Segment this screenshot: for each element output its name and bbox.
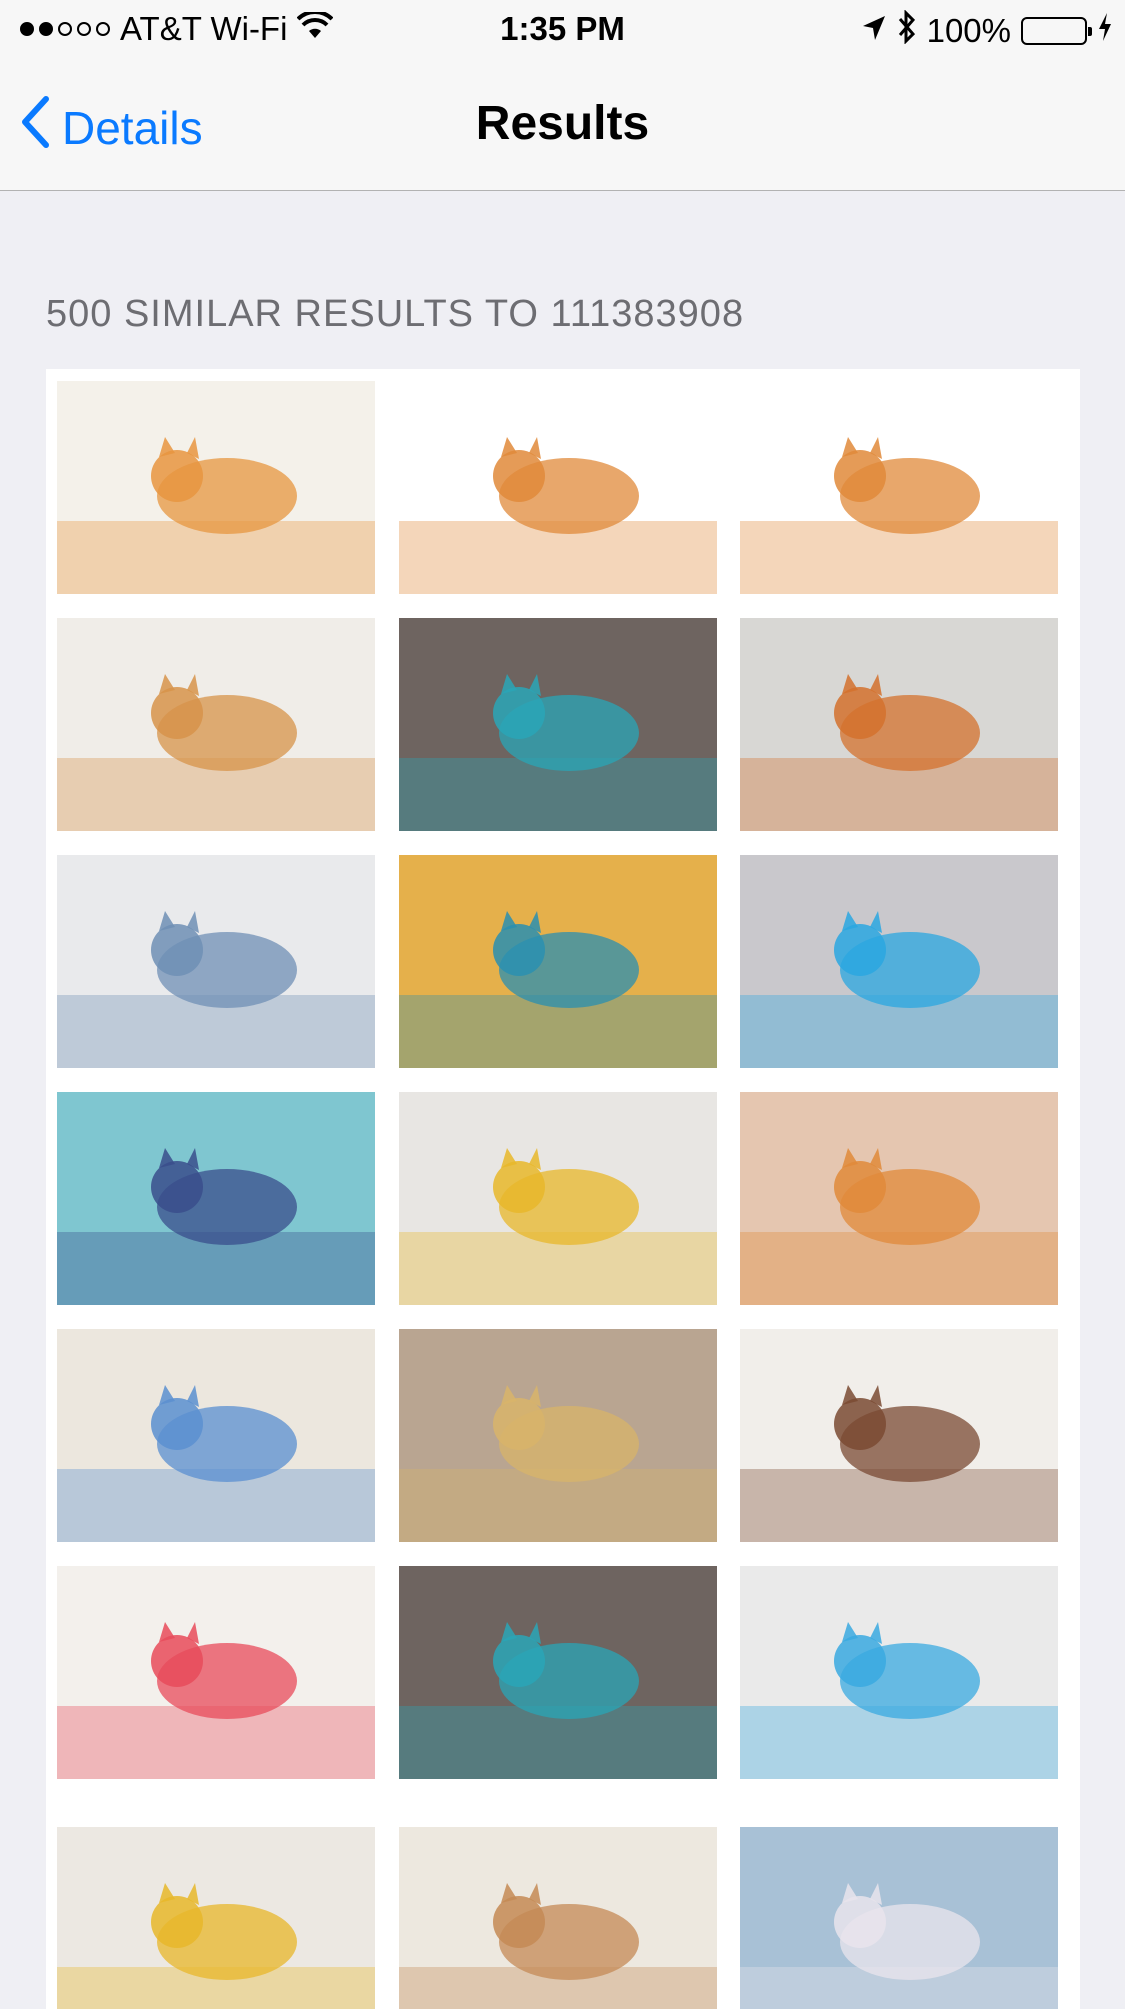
battery-percent: 100% (926, 12, 1011, 49)
result-thumbnail[interactable] (399, 1092, 717, 1305)
photo-placeholder (57, 855, 375, 1068)
navigation-bar: Details Results (0, 60, 1125, 191)
photo-placeholder (399, 855, 717, 1068)
photo-placeholder (399, 1566, 717, 1779)
photo-placeholder (399, 1827, 717, 2009)
result-thumbnail[interactable] (57, 381, 375, 594)
result-thumbnail[interactable] (57, 855, 375, 1068)
photo-placeholder (57, 1329, 375, 1542)
photo-placeholder (57, 1092, 375, 1305)
battery-icon (1021, 17, 1092, 45)
bluetooth-icon (897, 9, 917, 52)
result-thumbnail[interactable] (399, 1566, 717, 1779)
results-count-header: 500 SIMILAR RESULTS TO 111383908 (46, 293, 745, 335)
result-thumbnail[interactable] (57, 1329, 375, 1542)
result-thumbnail[interactable] (399, 855, 717, 1068)
photo-placeholder (740, 855, 1058, 1068)
photo-placeholder (740, 618, 1058, 831)
result-thumbnail[interactable] (740, 1566, 1058, 1779)
result-thumbnail[interactable] (740, 618, 1058, 831)
photo-placeholder (740, 1329, 1058, 1542)
result-thumbnail[interactable] (399, 1827, 717, 2009)
photo-placeholder (399, 1329, 717, 1542)
location-arrow-icon (861, 12, 887, 50)
results-grid (46, 369, 1080, 2009)
result-thumbnail[interactable] (57, 1827, 375, 2009)
photo-placeholder (740, 1827, 1058, 2009)
result-thumbnail[interactable] (57, 1566, 375, 1779)
result-thumbnail[interactable] (399, 618, 717, 831)
charging-bolt-icon (1097, 12, 1113, 50)
result-thumbnail[interactable] (399, 381, 717, 594)
photo-placeholder (57, 381, 375, 594)
photo-placeholder (57, 1566, 375, 1779)
result-thumbnail[interactable] (57, 618, 375, 831)
result-thumbnail[interactable] (740, 1092, 1058, 1305)
page-title: Results (475, 97, 650, 150)
photo-placeholder (399, 1092, 717, 1305)
photo-placeholder (57, 618, 375, 831)
photo-placeholder (399, 381, 717, 594)
result-thumbnail[interactable] (740, 381, 1058, 594)
photo-placeholder (740, 381, 1058, 594)
result-thumbnail[interactable] (399, 1329, 717, 1542)
photo-placeholder (740, 1566, 1058, 1779)
result-thumbnail[interactable] (740, 855, 1058, 1068)
photo-placeholder (57, 1827, 375, 2009)
result-thumbnail[interactable] (740, 1827, 1058, 2009)
status-right: 100% (861, 9, 1113, 52)
photo-placeholder (399, 618, 717, 831)
result-thumbnail[interactable] (740, 1329, 1058, 1542)
photo-placeholder (740, 1092, 1058, 1305)
status-bar: AT&T Wi-Fi 1:35 PM 100% (0, 0, 1125, 60)
result-thumbnail[interactable] (57, 1092, 375, 1305)
